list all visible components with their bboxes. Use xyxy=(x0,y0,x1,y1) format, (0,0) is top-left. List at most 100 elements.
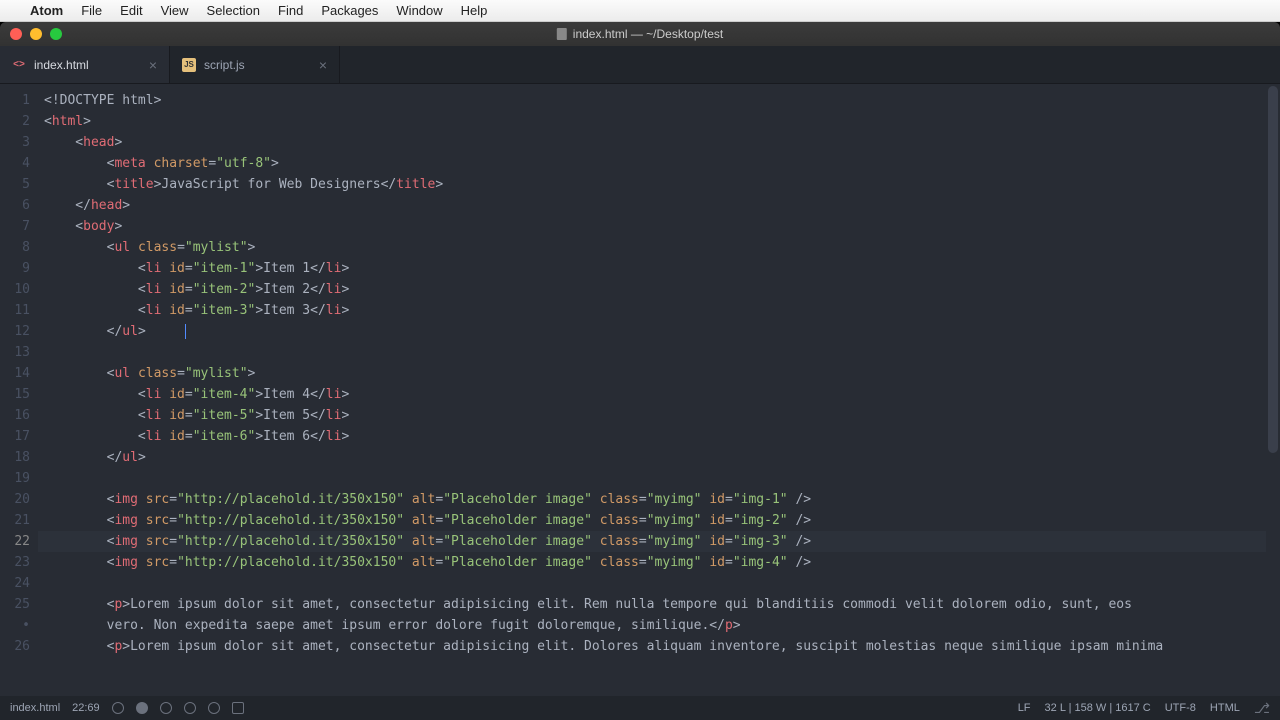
document-icon xyxy=(557,28,567,40)
line-number[interactable]: 7 xyxy=(0,216,30,237)
line-number[interactable]: 18 xyxy=(0,447,30,468)
text-cursor xyxy=(185,324,186,339)
window-titlebar: index.html — ~/Desktop/test xyxy=(0,22,1280,46)
line-number[interactable]: 24 xyxy=(0,573,30,594)
help-menu[interactable]: Help xyxy=(461,3,488,18)
file-menu[interactable]: File xyxy=(81,3,102,18)
status-bar: index.html 22:69 LF 32 L | 158 W | 1617 … xyxy=(0,696,1280,720)
scrollbar-thumb[interactable] xyxy=(1268,86,1278,453)
code-line[interactable]: <html> xyxy=(38,111,1266,132)
line-number[interactable]: 9 xyxy=(0,258,30,279)
close-tab-icon[interactable]: × xyxy=(319,57,327,73)
html-file-icon: <> xyxy=(12,58,26,72)
code-line[interactable]: <li id="item-3">Item 3</li> xyxy=(38,300,1266,321)
line-number[interactable]: 10 xyxy=(0,279,30,300)
code-line[interactable] xyxy=(38,342,1266,363)
line-number[interactable]: 1 xyxy=(0,90,30,111)
find-menu[interactable]: Find xyxy=(278,3,303,18)
line-number[interactable]: 8 xyxy=(0,237,30,258)
code-line[interactable]: </head> xyxy=(38,195,1266,216)
selection-menu[interactable]: Selection xyxy=(207,3,260,18)
close-tab-icon[interactable]: × xyxy=(149,57,157,73)
status-grammar[interactable]: HTML xyxy=(1210,702,1240,714)
line-number[interactable]: 25 xyxy=(0,594,30,615)
status-icon[interactable] xyxy=(184,702,196,714)
tab-script-js[interactable]: JS script.js × xyxy=(170,46,340,83)
vertical-scrollbar[interactable] xyxy=(1266,84,1280,696)
line-number[interactable]: 6 xyxy=(0,195,30,216)
code-line[interactable]: <ul class="mylist"> xyxy=(38,363,1266,384)
code-line[interactable]: <img src="http://placehold.it/350x150" a… xyxy=(38,489,1266,510)
code-line[interactable]: <li id="item-5">Item 5</li> xyxy=(38,405,1266,426)
code-line[interactable]: <li id="item-6">Item 6</li> xyxy=(38,426,1266,447)
line-number[interactable]: 2 xyxy=(0,111,30,132)
status-file-stats: 32 L | 158 W | 1617 C xyxy=(1045,702,1151,714)
code-line[interactable] xyxy=(38,468,1266,489)
minimize-window-button[interactable] xyxy=(30,28,42,40)
code-line[interactable]: <meta charset="utf-8"> xyxy=(38,153,1266,174)
window-title-text: index.html — ~/Desktop/test xyxy=(573,27,723,41)
line-number[interactable]: 4 xyxy=(0,153,30,174)
status-icon[interactable] xyxy=(112,702,124,714)
js-file-icon: JS xyxy=(182,58,196,72)
line-number-gutter[interactable]: 1234567891011121314151617181920212223242… xyxy=(0,84,38,696)
macos-menubar: Atom File Edit View Selection Find Packa… xyxy=(0,0,1280,22)
line-number[interactable]: 5 xyxy=(0,174,30,195)
line-number[interactable]: • xyxy=(0,615,30,636)
status-icon[interactable] xyxy=(232,702,244,714)
line-number[interactable]: 15 xyxy=(0,384,30,405)
code-line[interactable]: </ul> xyxy=(38,321,1266,342)
line-number[interactable]: 16 xyxy=(0,405,30,426)
line-number[interactable]: 21 xyxy=(0,510,30,531)
code-line[interactable]: <li id="item-1">Item 1</li> xyxy=(38,258,1266,279)
code-line[interactable]: <img src="http://placehold.it/350x150" a… xyxy=(38,531,1266,552)
edit-menu[interactable]: Edit xyxy=(120,3,142,18)
traffic-lights xyxy=(0,28,62,40)
maximize-window-button[interactable] xyxy=(50,28,62,40)
line-number[interactable]: 12 xyxy=(0,321,30,342)
status-icon[interactable] xyxy=(160,702,172,714)
tab-label: script.js xyxy=(204,58,245,72)
code-line[interactable]: <img src="http://placehold.it/350x150" a… xyxy=(38,510,1266,531)
code-line[interactable]: <p>Lorem ipsum dolor sit amet, consectet… xyxy=(38,594,1266,615)
code-line[interactable]: <body> xyxy=(38,216,1266,237)
close-window-button[interactable] xyxy=(10,28,22,40)
code-line[interactable]: <ul class="mylist"> xyxy=(38,237,1266,258)
line-number[interactable]: 20 xyxy=(0,489,30,510)
line-number[interactable]: 14 xyxy=(0,363,30,384)
code-editor[interactable]: <!DOCTYPE html><html> <head> <meta chars… xyxy=(38,84,1266,696)
line-number[interactable]: 22 xyxy=(0,531,30,552)
status-filename[interactable]: index.html xyxy=(10,702,60,714)
status-cursor-position[interactable]: 22:69 xyxy=(72,702,100,714)
code-line[interactable]: </ul> xyxy=(38,447,1266,468)
line-number[interactable]: 3 xyxy=(0,132,30,153)
window-title: index.html — ~/Desktop/test xyxy=(557,27,723,41)
app-menu[interactable]: Atom xyxy=(30,3,63,18)
line-number[interactable]: 23 xyxy=(0,552,30,573)
status-line-ending[interactable]: LF xyxy=(1018,702,1031,714)
code-line[interactable]: <title>JavaScript for Web Designers</tit… xyxy=(38,174,1266,195)
code-line[interactable]: <li id="item-4">Item 4</li> xyxy=(38,384,1266,405)
code-line[interactable]: <img src="http://placehold.it/350x150" a… xyxy=(38,552,1266,573)
line-number[interactable]: 17 xyxy=(0,426,30,447)
github-icon[interactable]: ⎇ xyxy=(1254,700,1270,717)
line-number[interactable]: 13 xyxy=(0,342,30,363)
line-number[interactable]: 11 xyxy=(0,300,30,321)
code-line[interactable]: <!DOCTYPE html> xyxy=(38,90,1266,111)
view-menu[interactable]: View xyxy=(161,3,189,18)
tab-label: index.html xyxy=(34,58,89,72)
code-line[interactable]: <li id="item-2">Item 2</li> xyxy=(38,279,1266,300)
line-number[interactable]: 19 xyxy=(0,468,30,489)
status-icon[interactable] xyxy=(136,702,148,714)
packages-menu[interactable]: Packages xyxy=(321,3,378,18)
window-menu[interactable]: Window xyxy=(396,3,442,18)
code-line[interactable]: <head> xyxy=(38,132,1266,153)
tab-bar: <> index.html × JS script.js × xyxy=(0,46,1280,84)
code-line[interactable] xyxy=(38,573,1266,594)
code-line[interactable]: vero. Non expedita saepe amet ipsum erro… xyxy=(38,615,1266,636)
tab-index-html[interactable]: <> index.html × xyxy=(0,46,170,83)
status-icon[interactable] xyxy=(208,702,220,714)
line-number[interactable]: 26 xyxy=(0,636,30,657)
status-encoding[interactable]: UTF-8 xyxy=(1165,702,1196,714)
code-line[interactable]: <p>Lorem ipsum dolor sit amet, consectet… xyxy=(38,636,1266,657)
